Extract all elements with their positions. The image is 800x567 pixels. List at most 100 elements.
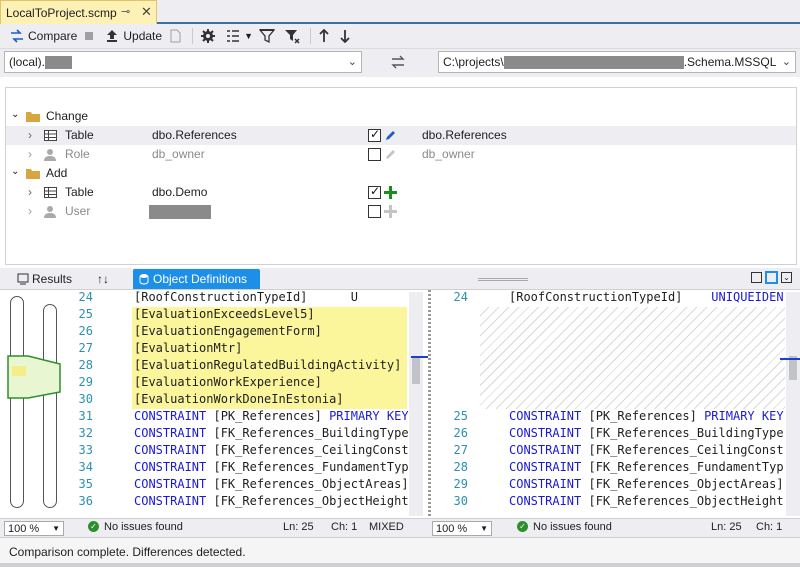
zoom-select-right[interactable]: 100 % ▼ <box>432 521 492 536</box>
stacked-view-icon[interactable] <box>765 271 778 284</box>
object-type: Role <box>65 147 90 161</box>
status-bar: Comparison complete. Differences detecte… <box>0 537 800 567</box>
issues-label: No issues found <box>533 521 612 533</box>
code-line: CONSTRAINT [PK_References] PRIMARY KEY <box>509 409 784 423</box>
target-object-name: db_owner <box>422 147 475 161</box>
tab-object-definitions[interactable]: Object Definitions <box>133 269 260 289</box>
chevron-right-icon[interactable]: › <box>28 185 32 199</box>
code-line: [EvaluationMtr] <box>134 341 351 355</box>
line-number: 30 <box>78 392 93 406</box>
settings-icon <box>201 29 216 43</box>
code-line: [RoofConstructionTypeId] UNIQUEIDEN <box>509 290 784 304</box>
include-checkbox[interactable] <box>368 184 381 199</box>
column-indicator: Ch: 1 <box>756 521 783 533</box>
source-value: (local). <box>9 55 46 69</box>
line-number: 32 <box>78 426 93 440</box>
group-change[interactable]: ⌄ Change <box>6 107 796 126</box>
tree-row[interactable]: › Role db_owner db_owner <box>6 145 796 164</box>
compare-button[interactable]: Compare <box>6 25 80 47</box>
code-line: [EvaluationRegulatedBuildingActivity] <box>134 358 409 372</box>
code-line: CONSTRAINT [FK_References_ObjectAreas] <box>509 477 784 491</box>
overview-viewport-indicator[interactable] <box>6 354 62 400</box>
line-number: 35 <box>78 477 93 491</box>
side-by-side-view-icon[interactable] <box>751 272 762 283</box>
edit-pencil-icon <box>386 131 395 140</box>
line-number: 36 <box>78 494 93 508</box>
check-circle-icon: ✓ <box>88 521 99 532</box>
edit-pencil-icon <box>386 150 395 159</box>
group-add[interactable]: ⌄ Add <box>6 164 796 183</box>
pane-splitter[interactable] <box>428 290 431 518</box>
code-line: CONSTRAINT [FK_References_BuildingTypes <box>134 426 409 440</box>
tab-object-definitions-label: Object Definitions <box>153 272 248 286</box>
scrollbar-thumb[interactable] <box>412 356 420 384</box>
vertical-scrollbar[interactable] <box>409 292 423 516</box>
chevron-down-icon: ⌄ <box>347 56 357 68</box>
toolbar-separator <box>309 28 311 44</box>
document-tab[interactable]: LocalToProject.scmp ⊸ ✕ <box>0 0 157 24</box>
include-checkbox[interactable] <box>368 205 381 218</box>
filter-clear-button[interactable] <box>281 25 306 47</box>
source-database-select[interactable]: (local). ⌄ <box>4 51 362 73</box>
scroll-position-marker <box>411 356 429 358</box>
filter-button[interactable] <box>256 25 281 47</box>
chevron-down-icon[interactable]: ⌄ <box>11 109 19 120</box>
chevron-right-icon[interactable]: › <box>28 147 32 161</box>
vertical-scrollbar[interactable] <box>786 292 800 516</box>
overview-track-source[interactable] <box>10 296 24 508</box>
object-type: Table <box>65 128 94 142</box>
include-checkbox[interactable] <box>368 127 381 142</box>
object-type: Table <box>65 185 94 199</box>
update-icon <box>107 30 118 42</box>
generate-script-icon <box>170 29 181 43</box>
line-number: 25 <box>453 409 468 423</box>
code-line: CONSTRAINT [FK_References_CeilingConstr <box>134 443 409 457</box>
splitter-grip[interactable] <box>478 278 528 281</box>
tab-results[interactable]: Results <box>12 269 77 289</box>
code-line: CONSTRAINT [FK_References_ObjectHeight <box>509 494 784 508</box>
group-by-button[interactable]: ▼ <box>222 25 256 47</box>
code-line: [EvaluationEngagementForm] <box>134 324 351 338</box>
zoom-select-left[interactable]: 100 % ▼ <box>4 521 64 536</box>
chevron-right-icon[interactable]: › <box>28 204 32 218</box>
overview-track-target[interactable] <box>43 304 57 508</box>
include-checkbox[interactable] <box>368 148 381 161</box>
tab-swap[interactable]: ↑↓ <box>92 269 114 289</box>
database-icon <box>139 274 149 285</box>
tree-row[interactable]: › Table dbo.References dbo.References <box>6 126 796 145</box>
code-line: CONSTRAINT [FK_References_FundamentTyp <box>509 460 784 474</box>
update-button[interactable]: Update <box>101 25 165 47</box>
redacted-block <box>503 55 684 69</box>
lower-tab-bar: Results ↑↓ Object Definitions ⌄ <box>0 268 800 290</box>
object-type: User <box>65 204 91 218</box>
target-definition-pane[interactable]: 24 [RoofConstructionTypeId] UNIQUEIDEN 25 C… <box>432 290 800 518</box>
tree-row[interactable]: › User <box>6 202 796 221</box>
previous-difference-button[interactable] <box>315 25 336 47</box>
swap-icon <box>391 55 405 69</box>
source-definition-pane[interactable]: 24 [RoofConstructionTypeId] U 25 [Evaluatio… <box>4 290 429 518</box>
group-label: Add <box>46 166 68 180</box>
editor-status-bar: 100 % ▼ ✓ No issues found Ln: 25 Ch: 1 M… <box>0 518 800 537</box>
chevron-right-icon[interactable]: › <box>28 128 32 142</box>
filter-clear-icon <box>284 30 300 44</box>
next-difference-button[interactable] <box>336 25 357 47</box>
settings-button[interactable] <box>197 25 222 47</box>
pin-icon[interactable]: ⊸ <box>121 5 130 18</box>
code-line: [EvaluationExceedsLevel5] <box>134 307 351 321</box>
generate-script-button[interactable] <box>165 25 188 47</box>
line-number: 26 <box>453 426 468 440</box>
results-icon <box>17 273 29 285</box>
zoom-value: 100 % <box>8 522 40 535</box>
line-number: 26 <box>78 324 93 338</box>
close-icon[interactable]: ✕ <box>141 4 152 20</box>
collapse-icon[interactable]: ⌄ <box>781 272 792 283</box>
code-line: [RoofConstructionTypeId] U <box>134 290 358 304</box>
stop-button[interactable] <box>80 25 101 47</box>
folder-icon <box>26 112 40 122</box>
target-project-select[interactable]: C:\projects\ .Schema.MSSQL ⌄ <box>438 51 796 73</box>
tree-row[interactable]: › Table dbo.Demo <box>6 183 796 202</box>
swap-button[interactable] <box>390 54 406 70</box>
document-tab-bar: LocalToProject.scmp ⊸ ✕ <box>0 0 800 24</box>
line-number: 29 <box>78 375 93 389</box>
chevron-down-icon[interactable]: ⌄ <box>11 166 19 177</box>
